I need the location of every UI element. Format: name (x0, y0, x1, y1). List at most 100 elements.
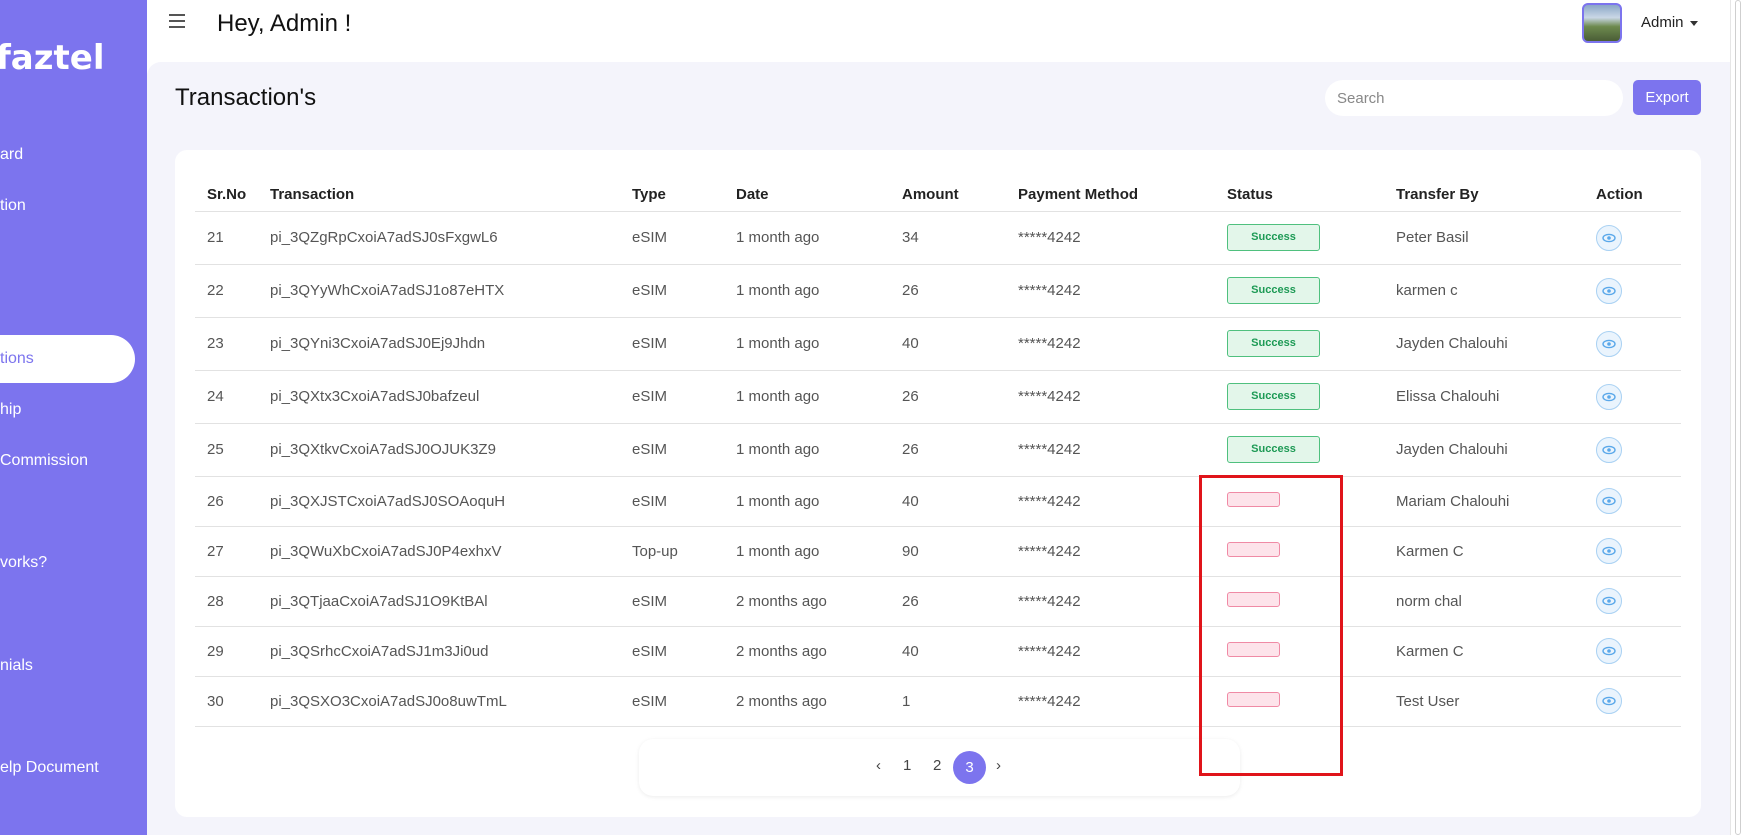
view-button[interactable] (1596, 330, 1622, 357)
transactions-table: Sr.No Transaction Type Date Amount Payme… (195, 178, 1681, 727)
view-button[interactable] (1596, 538, 1622, 564)
sidebar-item-2[interactable]: tion (0, 197, 26, 215)
status-badge: Success (1227, 330, 1320, 357)
eye-icon (1602, 339, 1616, 348)
cell-type: eSIM (620, 210, 724, 264)
table-row: 23 pi_3QYni3CxoiA7adSJ0Ej9Jhdn eSIM 1 mo… (195, 316, 1681, 370)
cell-sr-no: 28 (195, 575, 258, 626)
cell-payment-method: *****4242 (1006, 316, 1215, 370)
view-button[interactable] (1596, 638, 1622, 664)
sidebar-item-transactions[interactable]: tions (0, 335, 135, 383)
cell-transfer-by: norm chal (1384, 575, 1584, 626)
view-button[interactable] (1596, 224, 1622, 251)
sidebar-item-help-document[interactable]: elp Document (0, 759, 99, 777)
scrollbar[interactable] (1730, 0, 1744, 835)
cell-transaction: pi_3QXJSTCxoiA7adSJ0SOAoquH (258, 475, 620, 526)
chevron-down-icon (1689, 20, 1698, 26)
cell-payment-method: *****4242 (1006, 263, 1215, 317)
cell-type: Top-up (620, 525, 724, 576)
cell-action (1584, 575, 1681, 626)
cell-action (1584, 422, 1681, 476)
cell-status (1215, 625, 1384, 676)
next-page-button[interactable]: › (996, 757, 1001, 774)
view-button[interactable] (1596, 277, 1622, 304)
status-badge (1227, 591, 1280, 607)
cell-transfer-by: Elissa Chalouhi (1384, 369, 1584, 423)
eye-icon (1602, 596, 1616, 606)
scrollbar-thumb[interactable] (1735, 0, 1741, 835)
top-bar: Hey, Admin ! Admin (147, 0, 1730, 52)
col-action: Action (1596, 185, 1643, 203)
col-transfer-by: Transfer By (1396, 185, 1479, 203)
status-badge (1227, 691, 1280, 707)
cell-type: eSIM (620, 625, 724, 676)
view-button[interactable] (1596, 688, 1622, 714)
cell-type: eSIM (620, 369, 724, 423)
page-2-button[interactable]: 2 (933, 757, 941, 774)
status-badge: Success (1227, 436, 1320, 463)
eye-icon (1602, 696, 1616, 706)
cell-status: Success (1215, 316, 1384, 370)
cell-action (1584, 525, 1681, 576)
sidebar-item-dashboard[interactable]: ard (0, 146, 23, 164)
user-menu-dropdown[interactable]: Admin (1641, 14, 1698, 31)
col-sr-no: Sr.No (207, 185, 247, 203)
cell-payment-method: *****4242 (1006, 210, 1215, 264)
page-1-button[interactable]: 1 (903, 757, 911, 774)
cell-date: 2 months ago (724, 675, 890, 727)
view-button[interactable] (1596, 383, 1622, 410)
cell-transaction: pi_3QTjaaCxoiA7adSJ1O9KtBAl (258, 575, 620, 626)
brand-logo: faztel (0, 38, 105, 78)
cell-transaction: pi_3QYyWhCxoiA7adSJ1o87eHTX (258, 263, 620, 317)
cell-transaction: pi_3QSXO3CxoiA7adSJ0o8uwTmL (258, 675, 620, 727)
sidebar-item-membership[interactable]: hip (0, 401, 21, 419)
avatar[interactable] (1582, 3, 1622, 43)
cell-payment-method: *****4242 (1006, 475, 1215, 526)
cell-type: eSIM (620, 675, 724, 727)
cell-amount: 26 (890, 575, 1006, 626)
cell-date: 1 month ago (724, 263, 890, 317)
view-button[interactable] (1596, 488, 1622, 514)
cell-date: 1 month ago (724, 316, 890, 370)
sidebar-item-testimonials[interactable]: nials (0, 657, 33, 675)
cell-payment-method: *****4242 (1006, 525, 1215, 576)
cell-amount: 34 (890, 210, 1006, 264)
cell-status: Success (1215, 422, 1384, 476)
eye-icon (1602, 286, 1616, 295)
cell-transaction: pi_3QYni3CxoiA7adSJ0Ej9Jhdn (258, 316, 620, 370)
status-badge (1227, 541, 1280, 557)
cell-transfer-by: Jayden Chalouhi (1384, 422, 1584, 476)
cell-action (1584, 316, 1681, 370)
prev-page-button[interactable]: ‹ (876, 757, 881, 774)
table-row: 29 pi_3QSrhcCxoiA7adSJ1m3Ji0ud eSIM 2 mo… (195, 625, 1681, 676)
sidebar-item-commission[interactable]: Commission (0, 452, 88, 470)
table-row: 25 pi_3QXtkvCxoiA7adSJ0OJUK3Z9 eSIM 1 mo… (195, 422, 1681, 476)
cell-sr-no: 26 (195, 475, 258, 526)
cell-sr-no: 30 (195, 675, 258, 727)
greeting: Hey, Admin ! (217, 10, 352, 37)
cell-transfer-by: Karmen C (1384, 625, 1584, 676)
view-button[interactable] (1596, 436, 1622, 463)
export-button[interactable]: Export (1633, 80, 1701, 115)
hamburger-menu-icon[interactable] (169, 14, 185, 28)
cell-date: 2 months ago (724, 625, 890, 676)
cell-sr-no: 22 (195, 263, 258, 317)
cell-transfer-by: karmen c (1384, 263, 1584, 317)
cell-type: eSIM (620, 422, 724, 476)
cell-transaction: pi_3QXtkvCxoiA7adSJ0OJUK3Z9 (258, 422, 620, 476)
status-badge (1227, 641, 1280, 657)
view-button[interactable] (1596, 588, 1622, 614)
table-header-row: Sr.No Transaction Type Date Amount Payme… (195, 178, 1681, 211)
col-date: Date (736, 185, 769, 203)
page-3-button[interactable]: 3 (953, 751, 986, 784)
transactions-card: Sr.No Transaction Type Date Amount Payme… (175, 150, 1701, 817)
cell-date: 1 month ago (724, 525, 890, 576)
status-badge: Success (1227, 277, 1320, 304)
search-input[interactable] (1325, 80, 1623, 116)
cell-amount: 26 (890, 422, 1006, 476)
sidebar-item-how-it-works[interactable]: vorks? (0, 554, 47, 572)
cell-date: 1 month ago (724, 422, 890, 476)
cell-payment-method: *****4242 (1006, 422, 1215, 476)
cell-sr-no: 24 (195, 369, 258, 423)
table-row: 27 pi_3QWuXbCxoiA7adSJ0P4exhxV Top-up 1 … (195, 525, 1681, 576)
